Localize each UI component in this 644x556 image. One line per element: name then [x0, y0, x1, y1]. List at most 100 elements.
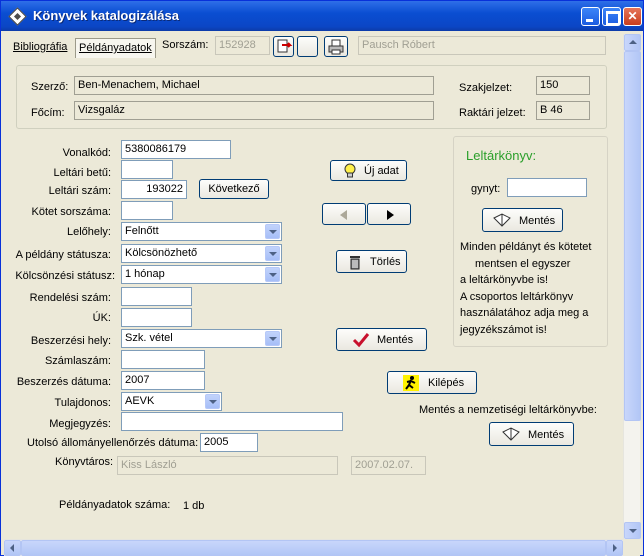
book-icon — [502, 427, 520, 441]
info-line: használatához adja meg a — [460, 307, 589, 319]
tab-peldanyadatok[interactable]: Példányadatok — [75, 38, 156, 58]
delete-button[interactable]: Törlés — [336, 250, 407, 273]
user-field: Pausch Róbert — [358, 36, 606, 55]
scroll-up-button[interactable] — [624, 34, 641, 51]
status-value: Kölcsönözhető — [125, 247, 198, 259]
lightbulb-icon — [344, 163, 356, 178]
owner-value: AEVK — [125, 395, 155, 407]
scrollbar-corner — [623, 539, 640, 556]
national-save-button[interactable]: Mentés — [489, 422, 574, 446]
copy-record-button[interactable] — [273, 36, 294, 57]
info-line: jegyzékszámot is! — [460, 323, 547, 336]
next-number-button[interactable]: Következő — [199, 179, 269, 199]
delete-label: Törlés — [370, 256, 401, 268]
next-arrow-icon — [387, 210, 394, 220]
horizontal-scrollbar[interactable] — [4, 539, 623, 556]
order-number-label: Rendelési szám: — [29, 292, 111, 304]
volume-input[interactable] — [121, 201, 173, 220]
horizontal-scroll-thumb[interactable] — [21, 540, 606, 556]
chevron-down-icon[interactable] — [265, 224, 280, 239]
chevron-down-icon[interactable] — [265, 331, 280, 346]
new-record-button[interactable]: Új adat — [330, 160, 407, 181]
inv-number-input[interactable]: 193022 — [121, 180, 187, 199]
printer-icon — [328, 39, 344, 55]
scroll-right-button[interactable] — [606, 540, 623, 556]
inv-letter-input[interactable] — [121, 160, 173, 179]
close-button[interactable] — [623, 7, 642, 26]
inventory-title: Leltárkönyv: — [466, 148, 537, 163]
chevron-down-icon[interactable] — [265, 246, 280, 261]
note-input[interactable] — [121, 412, 343, 431]
serial-label: Sorszám: — [162, 39, 209, 51]
librarian-date-field: 2007.02.07. — [351, 456, 426, 475]
librarian-label: Könyvtáros: — [55, 456, 114, 468]
chevron-down-icon[interactable] — [205, 394, 220, 409]
source-label: Beszerzési hely: — [30, 335, 111, 347]
national-save-label: Mentés — [528, 429, 565, 441]
location-label: Lelőhely: — [66, 226, 111, 238]
title-bar[interactable]: Könyvek katalogizálása — [1, 1, 643, 31]
barcode-input[interactable]: 5380086179 — [121, 140, 231, 159]
exit-runner-icon — [403, 375, 419, 391]
call-number-field: 150 — [536, 76, 590, 95]
scroll-left-button[interactable] — [4, 540, 21, 556]
gynyt-label: gynyt: — [471, 183, 501, 195]
exit-button[interactable]: Kilépés — [387, 371, 477, 394]
blank-button[interactable] — [297, 36, 318, 57]
inventory-save-label: Mentés — [519, 215, 556, 227]
invoice-input[interactable] — [121, 350, 205, 369]
vertical-scrollbar[interactable] — [623, 34, 641, 539]
date-label: Beszerzés dátuma: — [16, 376, 111, 388]
invoice-label: Számlaszám: — [44, 355, 111, 367]
prev-arrow-icon — [340, 210, 347, 220]
maximize-button[interactable] — [602, 7, 621, 26]
date-input[interactable]: 2007 — [121, 371, 205, 390]
storage-label: Raktári jelzet: — [459, 107, 526, 119]
info-line: A csoportos leltárkönyv — [460, 290, 574, 303]
save-button[interactable]: Mentés — [336, 328, 427, 351]
new-record-label: Új adat — [364, 165, 399, 177]
book-icon — [493, 213, 511, 227]
app-icon — [8, 7, 27, 26]
source-select[interactable]: Szk. vétel — [121, 329, 282, 348]
prev-button[interactable] — [322, 203, 366, 225]
inventory-info-text: Minden példányt és kötetet mentsen el eg… — [460, 239, 610, 338]
author-label: Szerző: — [31, 81, 69, 93]
next-button[interactable] — [367, 203, 411, 225]
inv-letter-label: Leltári betű: — [53, 167, 111, 179]
minimize-button[interactable] — [581, 7, 600, 26]
source-value: Szk. vétel — [125, 332, 173, 344]
owner-select[interactable]: AEVK — [121, 392, 222, 411]
last-check-input[interactable]: 2005 — [200, 433, 258, 452]
gynyt-input[interactable] — [507, 178, 587, 197]
info-line: mentsen el egyszer — [475, 257, 571, 270]
librarian-field: Kiss László — [117, 456, 338, 475]
status-label: A példány státusza: — [15, 249, 111, 261]
inventory-save-button[interactable]: Mentés — [482, 208, 563, 232]
toolbar: Bibliográfia Példányadatok Sorszám: 1529… — [5, 34, 623, 60]
note-label: Megjegyzés: — [49, 418, 111, 430]
loan-status-label: Kölcsönzési státusz: — [15, 270, 115, 282]
location-select[interactable]: Felnőtt — [121, 222, 282, 241]
copy-record-icon — [277, 39, 293, 53]
tab-bibliografia[interactable]: Bibliográfia — [10, 38, 70, 58]
volume-label: Kötet sorszáma: — [31, 206, 111, 218]
main-window: Könyvek katalogizálása Bibliográfia Péld… — [0, 0, 644, 556]
loan-status-select[interactable]: 1 hónap — [121, 265, 282, 284]
copies-label: Példányadatok száma: — [59, 499, 171, 511]
status-select[interactable]: Kölcsönözhető — [121, 244, 282, 263]
order-number-input[interactable] — [121, 287, 192, 306]
print-button[interactable] — [324, 36, 348, 57]
call-number-label: Szakjelzet: — [459, 82, 513, 94]
vertical-scroll-thumb[interactable] — [624, 51, 641, 421]
scroll-down-button[interactable] — [624, 522, 641, 539]
owner-label: Tulajdonos: — [54, 397, 111, 409]
info-line: a leltárkönyvbe is! — [460, 274, 549, 286]
exit-label: Kilépés — [428, 377, 465, 389]
chevron-down-icon[interactable] — [265, 267, 280, 282]
save-label: Mentés — [377, 334, 414, 346]
barcode-label: Vonalkód: — [62, 147, 111, 159]
title-field: Vizsgaláz — [74, 101, 434, 120]
uk-input[interactable] — [121, 308, 192, 327]
loan-status-value: 1 hónap — [125, 268, 165, 280]
